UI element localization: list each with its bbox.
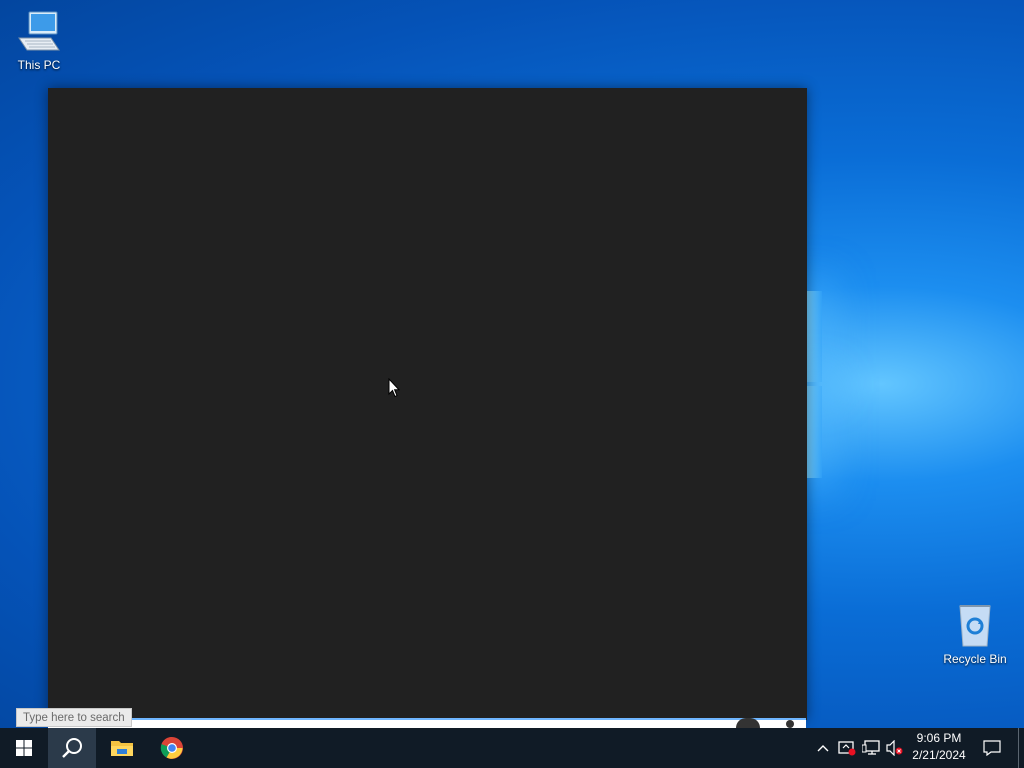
security-alert-icon bbox=[838, 741, 856, 756]
strip-glyph-icon bbox=[786, 720, 794, 728]
search-button[interactable] bbox=[48, 728, 96, 768]
clock-time: 9:06 PM bbox=[916, 731, 962, 745]
action-center-button[interactable] bbox=[980, 738, 1004, 758]
desktop-icon-label: Recycle Bin bbox=[943, 652, 1007, 666]
search-icon bbox=[62, 738, 82, 758]
chrome-icon bbox=[160, 736, 183, 759]
desktop-icon-recycle-bin[interactable]: Recycle Bin bbox=[937, 602, 1013, 666]
computer-icon bbox=[15, 8, 63, 56]
network-icon bbox=[862, 740, 880, 755]
taskbar-clock[interactable]: 9:06 PM 2/21/2024 bbox=[902, 730, 976, 766]
desktop-icon-this-pc[interactable]: This PC bbox=[1, 8, 77, 72]
show-desktop-button[interactable] bbox=[1018, 728, 1024, 768]
desktop-icon-label: This PC bbox=[17, 58, 61, 72]
tray-overflow-button[interactable] bbox=[814, 738, 832, 758]
tray-security-button[interactable] bbox=[837, 738, 857, 758]
action-center-icon bbox=[983, 740, 1001, 756]
clock-date: 2/21/2024 bbox=[912, 748, 966, 762]
wallpaper-logo-pane-bottom bbox=[806, 386, 822, 478]
app-window-bottom-strip bbox=[48, 718, 806, 728]
desktop: This PC Recycle Bin Type here to search bbox=[0, 0, 1024, 768]
windows-start-icon bbox=[16, 740, 32, 756]
tray-network-button[interactable] bbox=[861, 738, 881, 758]
wallpaper-logo-pane-top bbox=[806, 291, 822, 382]
taskbar-chrome[interactable] bbox=[148, 728, 196, 768]
taskbar: 9:06 PM 2/21/2024 bbox=[0, 728, 1024, 768]
strip-glyph-icon bbox=[736, 718, 760, 728]
folder-icon bbox=[111, 741, 133, 756]
taskbar-file-explorer[interactable] bbox=[98, 728, 146, 768]
search-tooltip: Type here to search bbox=[16, 708, 132, 727]
app-window[interactable] bbox=[48, 88, 807, 720]
start-button[interactable] bbox=[0, 728, 48, 768]
recycle-bin-icon bbox=[951, 602, 999, 650]
chevron-up-icon bbox=[817, 745, 829, 752]
mouse-cursor-icon bbox=[388, 377, 401, 403]
